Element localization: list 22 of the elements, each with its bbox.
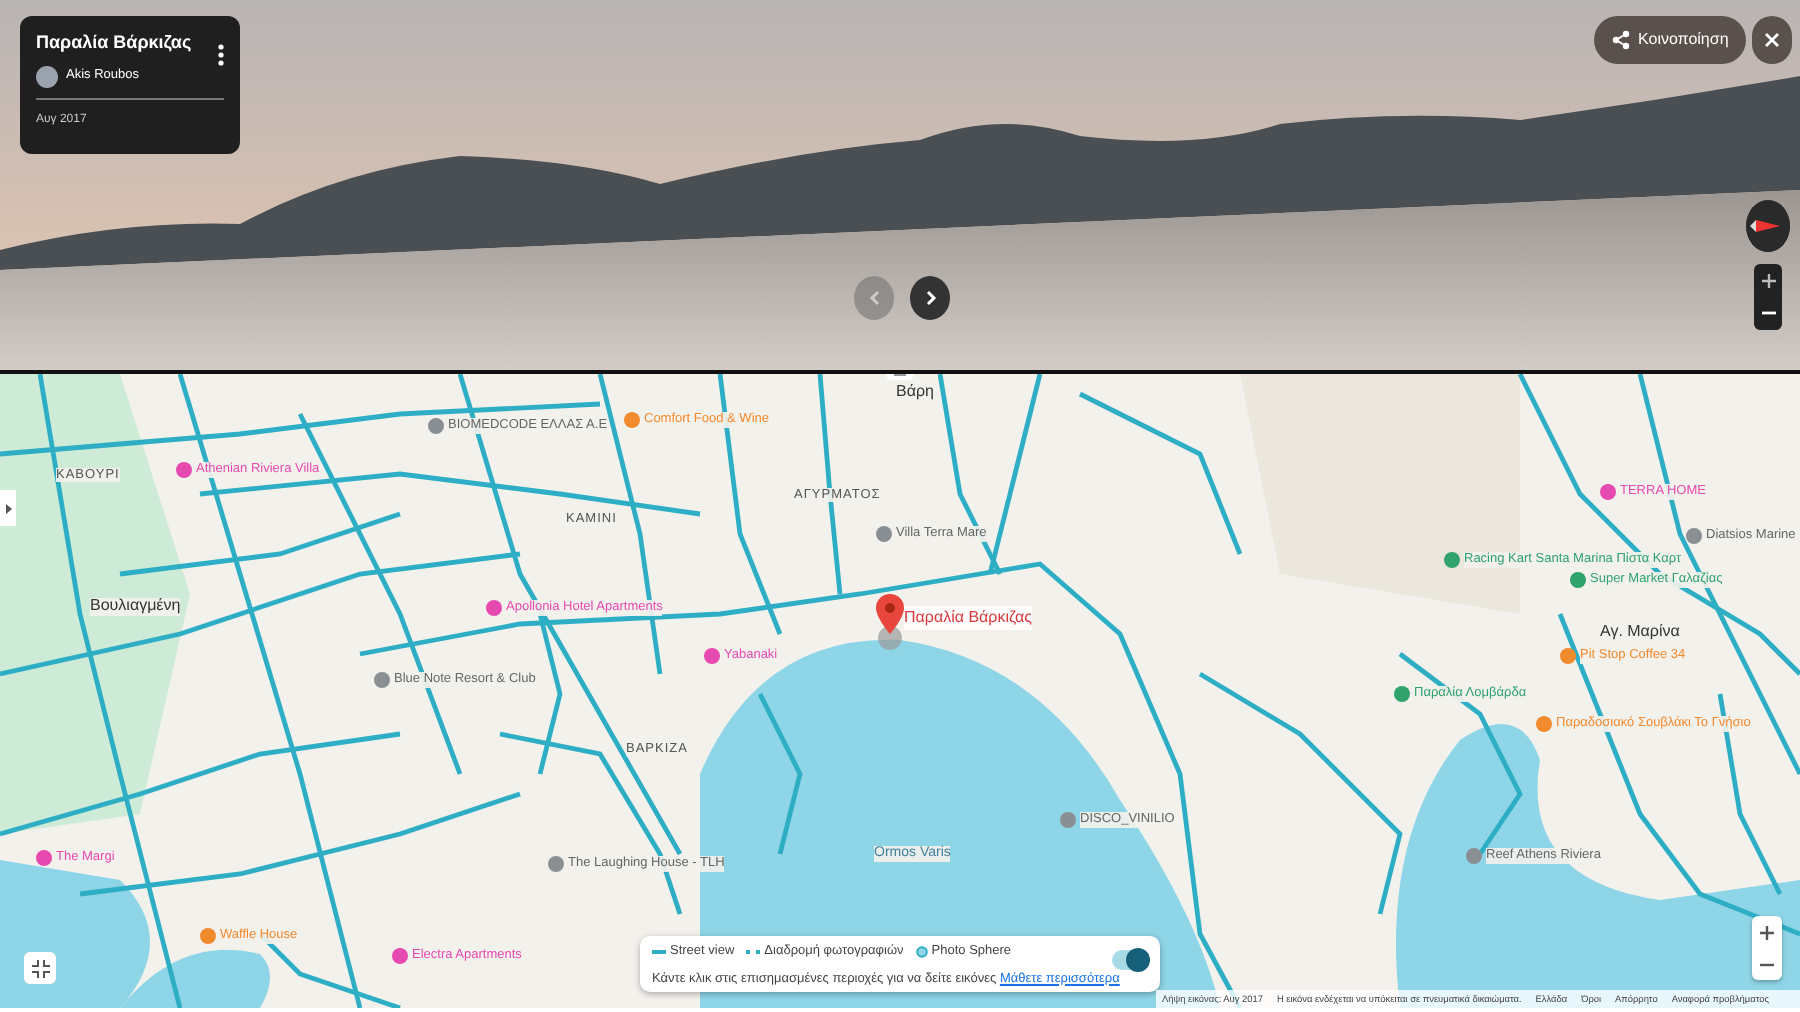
circle-icon <box>915 945 928 958</box>
close-icon <box>1764 32 1780 48</box>
dotted-line-icon <box>746 949 761 954</box>
plus-icon <box>1761 273 1775 288</box>
plus-icon <box>1760 925 1774 939</box>
location-pin-icon <box>874 594 906 650</box>
share-button[interactable]: Κοινοποίηση <box>1594 16 1747 64</box>
expand-panel-button[interactable] <box>0 490 16 526</box>
coverage-toggle[interactable] <box>1112 950 1148 970</box>
avatar-icon <box>36 65 58 87</box>
chevron-left-icon <box>867 290 881 306</box>
place-label: Βουλιαγμένη <box>90 598 181 616</box>
chevron-right-icon <box>923 290 937 306</box>
pin-label: Παραλία Βάρκιζας <box>904 606 1032 630</box>
more-options-icon[interactable] <box>218 44 224 67</box>
fullscreen-button[interactable] <box>24 952 56 984</box>
place-title: Παραλία Βάρκιζας <box>36 30 194 56</box>
fullscreen-icon <box>31 959 49 977</box>
place-label: Βάρη <box>896 384 934 402</box>
share-icon <box>1612 30 1630 50</box>
caret-icon <box>5 503 11 513</box>
place-label: Αγ. Μαρίνα <box>1600 624 1680 642</box>
